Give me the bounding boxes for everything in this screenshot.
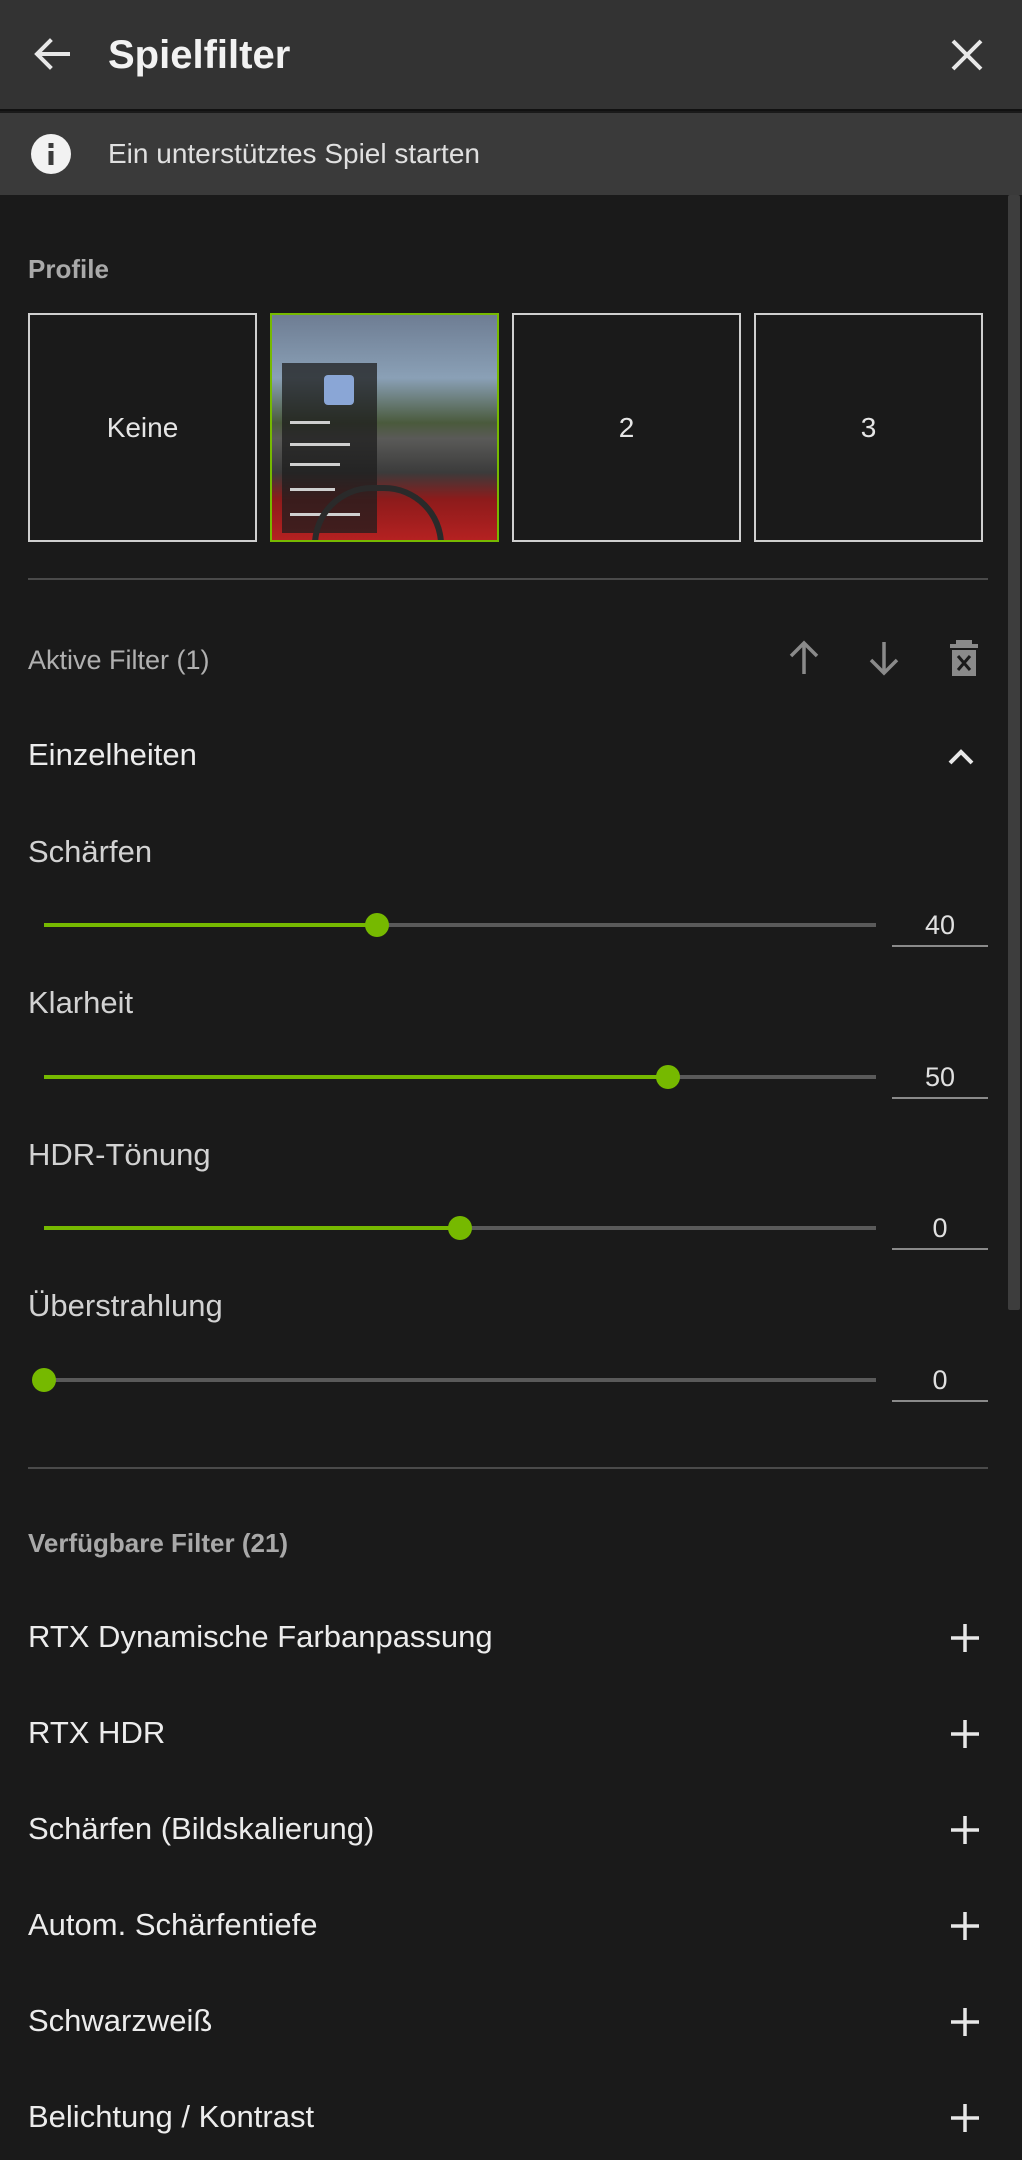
slider-clarity[interactable] — [44, 1062, 876, 1092]
profiles-label: Profile — [28, 254, 109, 284]
available-filter-item[interactable]: Autom. Schärfentiefe — [28, 1897, 988, 1957]
available-filter-item[interactable]: Belichtung / Kontrast — [28, 2089, 988, 2149]
plus-icon[interactable] — [948, 1621, 982, 1655]
slider-label-clarity: Klarheit — [28, 985, 134, 1020]
page-title: Spielfilter — [108, 33, 291, 77]
value-field-bloom[interactable]: 0 — [892, 1360, 988, 1402]
available-filter-item[interactable]: RTX Dynamische Farbanpassung — [28, 1609, 988, 1669]
move-up-arrow-icon[interactable] — [782, 636, 826, 680]
profile-2[interactable]: 2 — [512, 313, 741, 542]
plus-icon[interactable] — [948, 2005, 982, 2039]
value-field-clarity[interactable]: 50 — [892, 1057, 988, 1099]
plus-icon[interactable] — [948, 1813, 982, 1847]
slider-handle[interactable] — [32, 1368, 56, 1392]
slider-label-hdr-toning: HDR-Tönung — [28, 1137, 211, 1172]
info-text: Ein unterstütztes Spiel starten — [108, 138, 480, 169]
slider-handle[interactable] — [448, 1216, 472, 1240]
slider-fill — [44, 923, 377, 927]
slider-track — [44, 1378, 876, 1382]
profile-none[interactable]: Keine — [28, 313, 257, 542]
value-field-sharpen[interactable]: 40 — [892, 905, 988, 947]
available-filter-item[interactable]: RTX HDR — [28, 1705, 988, 1765]
filter-name: RTX HDR — [28, 1715, 166, 1750]
filter-name: Belichtung / Kontrast — [28, 2099, 315, 2134]
profile-1-selected[interactable] — [270, 313, 499, 542]
filter-group-title[interactable]: Einzelheiten — [28, 737, 197, 773]
filter-name: Schärfen (Bildskalierung) — [28, 1811, 375, 1846]
header-bar: Spielfilter — [0, 0, 1022, 111]
available-filter-item[interactable]: Schwarzweiß — [28, 1993, 988, 2053]
slider-bloom[interactable] — [32, 1365, 876, 1395]
filter-name: Autom. Schärfentiefe — [28, 1907, 318, 1942]
info-icon — [31, 134, 71, 174]
plus-icon[interactable] — [948, 1717, 982, 1751]
slider-label-sharpen: Schärfen — [28, 834, 153, 869]
thumbnail-line — [290, 443, 350, 446]
thumbnail-line — [290, 488, 335, 491]
thumbnail-avatar — [324, 375, 354, 405]
slider-hdr-toning[interactable] — [44, 1213, 876, 1243]
plus-icon[interactable] — [948, 2101, 982, 2135]
slider-fill — [44, 1226, 460, 1230]
available-filters-label: Verfügbare Filter (21) — [28, 1528, 289, 1558]
filter-name: Schwarzweiß — [28, 2003, 213, 2038]
move-down-arrow-icon[interactable] — [862, 636, 906, 680]
profile-3[interactable]: 3 — [754, 313, 983, 542]
filter-name: RTX Dynamische Farbanpassung — [28, 1619, 493, 1654]
plus-icon[interactable] — [948, 1909, 982, 1943]
slider-fill — [44, 1075, 668, 1079]
slider-sharpen[interactable] — [44, 910, 876, 940]
slider-handle[interactable] — [656, 1065, 680, 1089]
slider-handle[interactable] — [364, 913, 389, 937]
delete-icon[interactable] — [942, 636, 986, 680]
thumbnail-line — [290, 463, 340, 466]
back-arrow-icon[interactable] — [28, 30, 76, 78]
slider-label-bloom: Überstrahlung — [28, 1288, 223, 1323]
thumbnail-line — [290, 421, 330, 424]
divider — [28, 1467, 988, 1469]
info-banner: Ein unterstütztes Spiel starten — [0, 113, 1022, 195]
profile-thumbnail — [272, 315, 497, 540]
active-filters-label: Aktive Filter (1) — [28, 645, 210, 675]
value-field-hdr-toning[interactable]: 0 — [892, 1208, 988, 1250]
available-filter-item[interactable]: Schärfen (Bildskalierung) — [28, 1801, 988, 1861]
chevron-up-icon[interactable] — [944, 740, 978, 774]
scrollbar-thumb[interactable] — [1008, 195, 1020, 1310]
divider — [28, 578, 988, 580]
close-icon[interactable] — [944, 32, 990, 78]
